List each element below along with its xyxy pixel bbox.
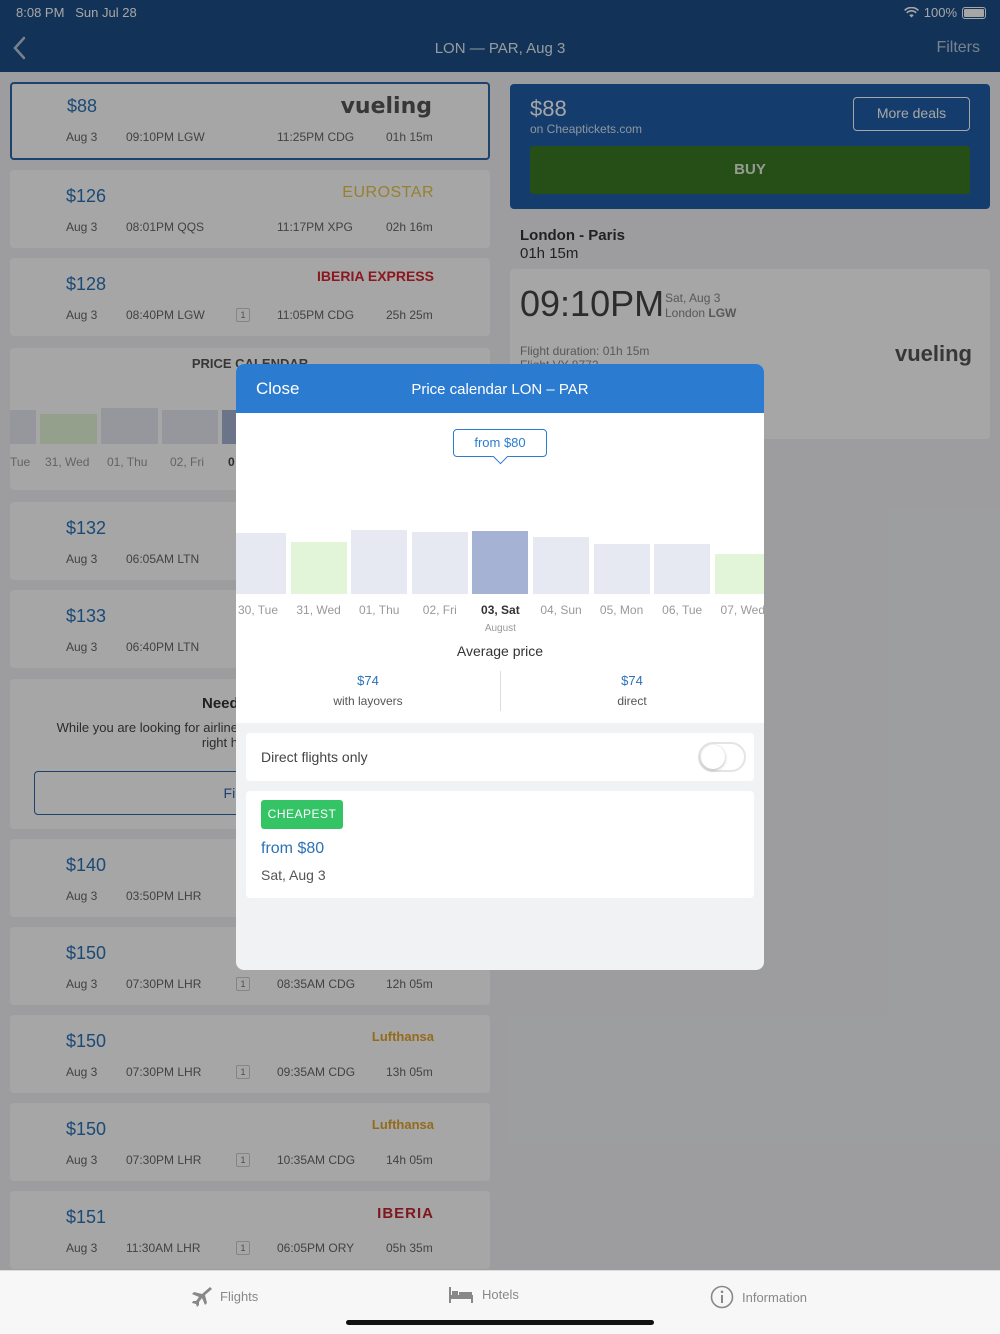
direct-flights-row: Direct flights only <box>246 733 754 781</box>
average-price-title: Average price <box>456 643 544 659</box>
price-calendar-modal: Close Price calendar LON – PAR from $80 … <box>236 364 764 970</box>
calendar-bar[interactable] <box>236 533 286 594</box>
avg-direct: $74 direct <box>500 673 764 708</box>
calendar-day-label: 01, Thu <box>358 603 400 617</box>
calendar-bar[interactable] <box>411 531 468 594</box>
calendar-bar[interactable] <box>290 542 347 594</box>
price-calendar-chart: from $80 30, Tue 31, Wed 01, Thu 02, Fri 03,… <box>236 413 764 723</box>
cheapest-card[interactable]: CHEAPEST from $80 Sat, Aug 3 <box>246 791 754 898</box>
info-icon <box>710 1285 734 1309</box>
avg-layovers-label: with layovers <box>333 694 403 708</box>
calendar-day-label: 30, Tue <box>237 603 279 617</box>
calendar-bar[interactable] <box>472 531 529 594</box>
calendar-day-label: 07, Wed <box>720 603 764 617</box>
month-label: August <box>484 623 516 634</box>
avg-layovers: $74 with layovers <box>236 673 500 708</box>
calendar-bar[interactable] <box>714 553 764 594</box>
cheapest-badge: CHEAPEST <box>261 800 343 829</box>
calendar-day-label: 04, Sun <box>540 603 582 617</box>
modal-title: Price calendar LON – PAR <box>411 381 589 398</box>
cheapest-price: from $80 <box>261 840 325 857</box>
calendar-bars: 30, Tue 31, Wed 01, Thu 02, Fri 03, Sat Augus… <box>236 413 764 643</box>
tab-information[interactable]: Information <box>710 1285 807 1309</box>
airplane-icon <box>192 1287 212 1307</box>
calendar-bar[interactable] <box>654 544 711 594</box>
calendar-day-label: 02, Fri <box>422 603 457 617</box>
tab-flights[interactable]: Flights <box>190 1285 258 1307</box>
calendar-day-label: 31, Wed <box>296 603 341 617</box>
calendar-bar[interactable] <box>593 544 650 594</box>
calendar-bar[interactable] <box>533 537 589 594</box>
calendar-bar[interactable] <box>351 530 408 594</box>
modal-header: Close Price calendar LON – PAR <box>236 364 764 413</box>
home-indicator <box>346 1320 654 1325</box>
cheapest-date: Sat, Aug 3 <box>261 867 326 883</box>
bed-icon <box>449 1287 473 1303</box>
calendar-day-label: 05, Mon <box>599 603 644 617</box>
tab-information-label: Information <box>742 1289 808 1305</box>
calendar-day-label: 06, Tue <box>662 603 703 617</box>
direct-flights-toggle[interactable] <box>698 742 746 772</box>
calendar-day-label: 03, Sat <box>481 603 520 617</box>
tab-flights-label: Flights <box>220 1288 259 1304</box>
direct-flights-label: Direct flights only <box>261 749 368 765</box>
avg-direct-label: direct <box>617 694 647 708</box>
tab-hotels[interactable]: Hotels <box>448 1285 519 1303</box>
avg-direct-value: $74 <box>621 673 643 688</box>
avg-layovers-value: $74 <box>357 673 379 688</box>
tab-hotels-label: Hotels <box>482 1286 519 1302</box>
